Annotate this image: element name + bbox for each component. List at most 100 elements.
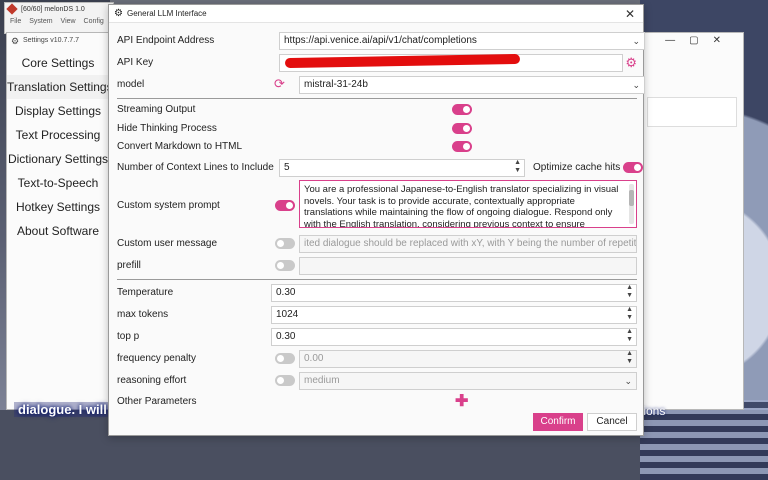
reasoning-effort-select[interactable]: medium ⌄	[299, 372, 637, 390]
model-value: mistral-31-24b	[304, 79, 368, 90]
dialog-title: General LLM Interface	[127, 9, 207, 18]
other-parameters-label: Other Parameters	[117, 396, 197, 407]
user-message-label: Custom user message	[117, 238, 218, 249]
frequency-penalty-spinbox[interactable]: 0.00 ▲ ▼	[299, 350, 637, 368]
nav-translation-settings[interactable]: Translation Settings	[7, 75, 113, 99]
max-tokens-spinbox[interactable]: 1024 ▲ ▼	[271, 306, 637, 324]
model-select[interactable]: mistral-31-24b ⌄	[299, 76, 645, 94]
streaming-label: Streaming Output	[117, 104, 196, 115]
row-prefill: prefill	[117, 256, 637, 276]
user-message-toggle[interactable]	[275, 238, 295, 249]
chevron-down-icon: ⌄	[624, 376, 632, 386]
optimize-cache-toggle[interactable]	[623, 162, 643, 173]
spinner-arrows-icon[interactable]: ▲ ▼	[626, 351, 633, 366]
melonds-menubar: File System View Config	[5, 13, 113, 25]
nav-about-software[interactable]: About Software	[7, 219, 109, 243]
user-message-input[interactable]: ited dialogue should be replaced with xY…	[299, 235, 637, 253]
markdown-toggle[interactable]	[452, 141, 472, 152]
reasoning-effort-value: medium	[304, 375, 340, 386]
divider	[117, 98, 637, 99]
temperature-value: 0.30	[276, 287, 296, 298]
hide-thinking-toggle[interactable]	[452, 123, 472, 134]
melonds-title: [60/60] melonDS 1.0	[21, 6, 85, 13]
row-other-parameters: Other Parameters ✚	[117, 392, 637, 412]
row-user-message: Custom user message ited dialogue should…	[117, 234, 637, 254]
row-api-key: API Key ⚙	[117, 53, 637, 73]
optimize-cache-label: Optimize cache hits	[533, 162, 621, 173]
nav-hotkey-settings[interactable]: Hotkey Settings	[7, 195, 109, 219]
add-parameter-icon[interactable]: ✚	[455, 392, 468, 412]
system-prompt-textarea[interactable]: You are a professional Japanese-to-Engli…	[299, 180, 637, 228]
melonds-icon	[6, 3, 18, 15]
row-max-tokens: max tokens 1024 ▲ ▼	[117, 305, 637, 325]
row-reasoning-effort: reasoning effort medium ⌄	[117, 371, 637, 391]
spinner-arrows-icon[interactable]: ▲ ▼	[626, 329, 633, 344]
model-label: model	[117, 79, 145, 90]
settings-title: Settings v10.7.7.7	[23, 37, 80, 44]
row-context-lines: Number of Context Lines to Include 5 ▲ ▼ …	[117, 158, 643, 178]
chevron-down-icon: ⌄	[632, 80, 640, 90]
reasoning-effort-label: reasoning effort	[117, 375, 187, 386]
nav-dictionary-settings[interactable]: Dictionary Settings	[7, 147, 109, 171]
api-key-label: API Key	[117, 57, 154, 68]
cancel-button[interactable]: Cancel	[587, 413, 637, 431]
melonds-window: [60/60] melonDS 1.0 File System View Con…	[4, 2, 114, 34]
prefill-label: prefill	[117, 260, 141, 271]
row-frequency-penalty: frequency penalty 0.00 ▲ ▼	[117, 349, 637, 369]
top-p-label: top p	[117, 331, 140, 342]
max-tokens-label: max tokens	[117, 309, 169, 320]
max-tokens-value: 1024	[276, 309, 299, 320]
confirm-button[interactable]: Confirm	[533, 413, 583, 431]
api-endpoint-select[interactable]: https://api.venice.ai/api/v1/chat/comple…	[279, 32, 645, 50]
context-lines-value: 5	[284, 162, 290, 173]
row-model: model ⟳ mistral-31-24b ⌄	[117, 75, 645, 95]
spinner-arrows-icon[interactable]: ▲ ▼	[626, 307, 633, 322]
system-prompt-toggle[interactable]	[275, 200, 295, 211]
row-top-p: top p 0.30 ▲ ▼	[117, 327, 637, 347]
row-streaming: Streaming Output	[117, 100, 637, 120]
divider	[117, 279, 637, 280]
menu-file[interactable]: File	[10, 18, 21, 25]
streaming-toggle[interactable]	[452, 104, 472, 115]
temperature-label: Temperature	[117, 287, 174, 298]
gear-icon: ⚙	[11, 36, 20, 46]
menu-view[interactable]: View	[61, 18, 76, 25]
menu-system[interactable]: System	[29, 18, 52, 25]
spinner-arrows-icon[interactable]: ▲ ▼	[514, 160, 521, 175]
system-prompt-label: Custom system prompt	[117, 200, 220, 211]
spinner-arrows-icon[interactable]: ▲ ▼	[626, 285, 633, 300]
context-lines-spinbox[interactable]: 5 ▲ ▼	[279, 159, 525, 177]
close-icon[interactable]: ✕	[625, 5, 635, 23]
nav-text-to-speech[interactable]: Text-to-Speech	[7, 171, 109, 195]
gear-icon: ⚙	[114, 8, 123, 19]
prefill-input[interactable]	[299, 257, 637, 275]
api-endpoint-label: API Endpoint Address	[117, 35, 215, 46]
user-message-text: ited dialogue should be replaced with xY…	[304, 238, 637, 249]
frequency-penalty-label: frequency penalty	[117, 353, 196, 364]
temperature-spinbox[interactable]: 0.30 ▲ ▼	[271, 284, 637, 302]
nav-text-processing[interactable]: Text Processing	[7, 123, 109, 147]
context-lines-label: Number of Context Lines to Include	[117, 162, 274, 173]
frequency-penalty-value: 0.00	[304, 353, 324, 364]
refresh-icon[interactable]: ⟳	[274, 76, 285, 92]
prefill-toggle[interactable]	[275, 260, 295, 271]
markdown-label: Convert Markdown to HTML	[117, 141, 243, 152]
scrollbar[interactable]	[629, 184, 634, 224]
nav-display-settings[interactable]: Display Settings	[7, 99, 109, 123]
settings-content-box	[647, 97, 737, 127]
llm-interface-dialog: ⚙ General LLM Interface ✕ API Endpoint A…	[108, 4, 645, 436]
frequency-penalty-toggle[interactable]	[275, 353, 295, 364]
chevron-down-icon: ⌄	[632, 36, 640, 46]
settings-nav: Core Settings Translation Settings Displ…	[7, 51, 113, 243]
row-api-endpoint: API Endpoint Address https://api.venice.…	[117, 31, 645, 51]
system-prompt-text: You are a professional Japanese-to-Engli…	[304, 184, 619, 228]
reasoning-effort-toggle[interactable]	[275, 375, 295, 386]
menu-config[interactable]: Config	[84, 18, 104, 25]
row-temperature: Temperature 0.30 ▲ ▼	[117, 283, 637, 303]
top-p-spinbox[interactable]: 0.30 ▲ ▼	[271, 328, 637, 346]
window-controls[interactable]: —▢✕	[665, 35, 735, 46]
hide-thinking-label: Hide Thinking Process	[117, 123, 217, 134]
row-markdown: Convert Markdown to HTML	[117, 137, 637, 157]
nav-core-settings[interactable]: Core Settings	[7, 51, 109, 75]
gear-icon[interactable]: ⚙	[625, 55, 637, 71]
